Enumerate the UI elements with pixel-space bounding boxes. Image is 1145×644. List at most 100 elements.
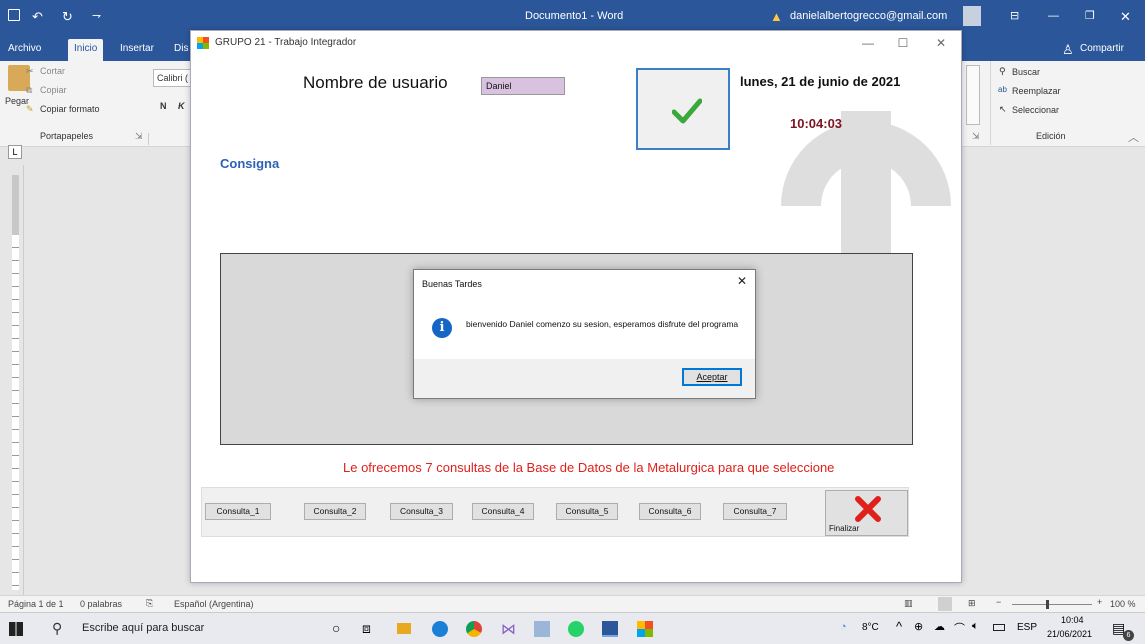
- form-maximize-icon[interactable]: ☐: [891, 35, 915, 51]
- word-taskbar-icon[interactable]: [602, 621, 618, 637]
- styles-scroll[interactable]: [966, 65, 980, 125]
- cut-button[interactable]: Cortar: [40, 66, 65, 76]
- redo-icon[interactable]: ↻: [62, 0, 73, 33]
- consulta-7-button[interactable]: Consulta_7: [723, 503, 787, 520]
- consulta-4-button[interactable]: Consulta_4: [472, 503, 534, 520]
- dialog-close-icon[interactable]: ✕: [734, 274, 750, 290]
- edge-icon[interactable]: [432, 621, 448, 637]
- vertical-ruler: [8, 165, 24, 595]
- input-language[interactable]: ESP: [1017, 622, 1037, 633]
- word-count[interactable]: 0 palabras: [80, 599, 122, 609]
- form-app-taskbar-icon[interactable]: [637, 621, 653, 637]
- account-email[interactable]: danielalbertogrecco@gmail.com: [790, 0, 947, 33]
- consulta-3-button[interactable]: Consulta_3: [390, 503, 453, 520]
- form-close-icon[interactable]: ✕: [929, 35, 953, 51]
- find-button[interactable]: Buscar: [1012, 67, 1040, 77]
- consulta-2-button[interactable]: Consulta_2: [304, 503, 366, 520]
- zoom-in-icon[interactable]: +: [1097, 597, 1102, 607]
- proofing-icon[interactable]: ⎘: [146, 598, 153, 609]
- cortana-icon[interactable]: ○: [332, 620, 340, 636]
- consulta-1-button[interactable]: Consulta_1: [205, 503, 271, 520]
- visual-studio-icon[interactable]: ⋈: [501, 620, 516, 638]
- red-x-icon: [855, 496, 881, 522]
- zoom-out-icon[interactable]: −: [996, 597, 1001, 607]
- offer-message: Le ofrecemos 7 consultas de la Base de D…: [343, 460, 835, 475]
- temperature[interactable]: 8°C: [862, 622, 879, 633]
- restore-icon[interactable]: ❐: [1085, 0, 1095, 33]
- customize-icon[interactable]: ⇁: [92, 0, 101, 33]
- search-icon: ⚲: [52, 620, 63, 636]
- copy-button[interactable]: Copiar: [40, 85, 67, 95]
- font-name-box[interactable]: Calibri (: [153, 69, 193, 87]
- tray-app-icon[interactable]: ⊕: [914, 620, 923, 633]
- zoom-level[interactable]: 100 %: [1110, 599, 1136, 609]
- consulta-5-button[interactable]: Consulta_5: [556, 503, 618, 520]
- select-button[interactable]: Seleccionar: [1012, 105, 1059, 115]
- aceptar-button[interactable]: Aceptar: [682, 368, 742, 386]
- onedrive-icon[interactable]: ☁: [934, 620, 945, 633]
- finalizar-label: Finalizar: [829, 524, 860, 533]
- dialog-title: Buenas Tardes: [422, 279, 482, 289]
- save-icon[interactable]: [8, 9, 20, 21]
- taskbar-search-input[interactable]: Escribe aquí para buscar: [82, 622, 204, 634]
- copy-icon: ⧉: [26, 85, 33, 95]
- tab-inicio[interactable]: Inicio: [68, 39, 104, 61]
- warning-icon: ▲: [770, 9, 783, 24]
- page-count[interactable]: Página 1 de 1: [8, 599, 64, 609]
- share-button[interactable]: Compartir: [1080, 43, 1124, 54]
- minimize-icon[interactable]: —: [1048, 0, 1059, 33]
- word-title-bar: ↶ ↻ ⇁ Documento1 - Word ▲ danielalbertog…: [0, 0, 1145, 33]
- tab-insertar[interactable]: Insertar: [114, 39, 160, 61]
- tab-archivo[interactable]: Archivo: [2, 39, 47, 61]
- file-explorer-icon[interactable]: [397, 623, 411, 634]
- ribbon-display-icon[interactable]: ⊟: [1010, 0, 1019, 33]
- clock-time[interactable]: 10:04: [1061, 615, 1084, 625]
- battery-icon[interactable]: [993, 624, 1005, 631]
- ruler-scale: [12, 235, 19, 590]
- print-layout-icon[interactable]: [938, 597, 952, 611]
- taskbar: ⚲ Escribe aquí para buscar ○ ⧈ ⋈ ◔ 8°C ^…: [0, 612, 1145, 644]
- web-layout-icon[interactable]: ⊞: [968, 598, 976, 609]
- undo-icon[interactable]: ↶: [32, 0, 43, 33]
- form-title: GRUPO 21 - Trabajo Integrador: [215, 37, 357, 48]
- clipboard-group-label: Portapapeles: [40, 131, 94, 141]
- format-painter-button[interactable]: Copiar formato: [40, 104, 100, 114]
- finalizar-button[interactable]: Finalizar: [825, 490, 908, 536]
- zoom-slider[interactable]: [1012, 604, 1092, 605]
- consulta-6-button[interactable]: Consulta_6: [639, 503, 701, 520]
- dialog-launcher-icon[interactable]: ⇲: [135, 131, 143, 142]
- form-minimize-icon[interactable]: —: [856, 35, 880, 51]
- document-title: Documento1 - Word: [525, 10, 624, 22]
- tab-selector-icon[interactable]: L: [8, 145, 22, 159]
- task-view-icon[interactable]: ⧈: [362, 620, 371, 637]
- chevron-up-icon[interactable]: ^: [896, 619, 902, 634]
- app-icon[interactable]: [534, 621, 550, 637]
- weather-icon: ◔: [840, 621, 847, 633]
- chrome-icon[interactable]: [466, 621, 482, 637]
- info-icon: i: [432, 318, 452, 338]
- message-dialog: Buenas Tardes ✕ i bienvenido Daniel come…: [413, 269, 756, 399]
- status-bar: Página 1 de 1 0 palabras ⎘ Español (Arge…: [0, 595, 1145, 612]
- ruler-margin: [12, 175, 19, 235]
- close-icon[interactable]: ✕: [1120, 0, 1131, 33]
- dialog-message: bienvenido Daniel comenzo su sesion, esp…: [466, 319, 739, 329]
- status-image-box: [636, 68, 730, 150]
- windows-start-icon[interactable]: [9, 622, 23, 636]
- username-input[interactable]: Daniel: [481, 77, 565, 95]
- replace-button[interactable]: Reemplazar: [1012, 86, 1061, 96]
- time-label: 10:04:03: [790, 116, 843, 131]
- editing-group-label: Edición: [1036, 131, 1066, 141]
- zoom-slider-thumb[interactable]: [1046, 600, 1049, 609]
- wifi-icon[interactable]: ⌒: [954, 620, 965, 636]
- collapse-ribbon-icon[interactable]: ︿: [1128, 129, 1139, 145]
- whatsapp-icon[interactable]: [568, 621, 584, 637]
- bold-button[interactable]: N: [160, 101, 167, 111]
- language-indicator[interactable]: Español (Argentina): [174, 599, 254, 609]
- avatar[interactable]: [963, 6, 981, 26]
- clock-date[interactable]: 21/06/2021: [1047, 629, 1092, 639]
- italic-button[interactable]: K: [178, 101, 185, 111]
- styles-launcher-icon[interactable]: ⇲: [972, 131, 980, 142]
- username-label: Nombre de usuario: [303, 73, 448, 92]
- read-mode-icon[interactable]: ▥: [904, 598, 913, 609]
- volume-icon[interactable]: 🔈︎: [972, 620, 979, 633]
